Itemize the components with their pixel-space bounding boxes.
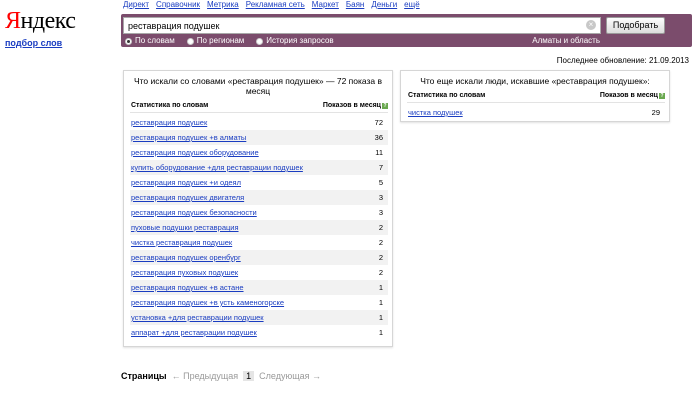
- radio-icon: [256, 37, 264, 45]
- keyword-link[interactable]: установка +для реставрации подушек: [131, 310, 264, 325]
- table-row: реставрация подушек 72: [130, 115, 388, 130]
- impressions-count: 2: [378, 253, 383, 262]
- radio-icon: [186, 37, 194, 45]
- nav-link-money[interactable]: Деньги: [371, 0, 397, 10]
- related-queries-panel: Что еще искали люди, искавшие «реставрац…: [400, 70, 670, 122]
- table-row: реставрация подушек оборудование 11: [130, 145, 388, 160]
- search-query-text: реставрация подушек: [128, 21, 220, 31]
- impressions-count: 1: [378, 283, 383, 292]
- keyword-link[interactable]: реставрация подушек безопасности: [131, 205, 257, 220]
- nav-link-more[interactable]: ещё: [404, 0, 419, 10]
- radio-icon: [125, 37, 132, 45]
- nav-link-bayan[interactable]: Баян: [346, 0, 364, 10]
- current-page: 1: [243, 371, 255, 381]
- mode-by-regions[interactable]: По регионам: [186, 36, 245, 46]
- column-header-query: Статистика по словам: [131, 102, 209, 109]
- mode-label: По регионам: [196, 36, 245, 45]
- keyword-link[interactable]: реставрация подушек +и одеял: [131, 175, 241, 190]
- impressions-count: 2: [378, 268, 383, 277]
- keyword-link[interactable]: реставрация подушек оренбург: [131, 250, 241, 265]
- table-row: пуховые подушки реставрация 2: [130, 220, 388, 235]
- next-page-link[interactable]: Следующая →: [259, 371, 321, 381]
- mode-history[interactable]: История запросов: [256, 36, 334, 46]
- mode-label: По словам: [135, 36, 175, 45]
- pagination: Страницы ← Предыдущая 1 Следующая →: [121, 371, 321, 381]
- keyword-link[interactable]: реставрация подушек оборудование: [131, 145, 259, 160]
- logo-text: ндекс: [20, 8, 76, 34]
- impressions-count: 3: [378, 208, 383, 217]
- table-row: аппарат +для реставрации подушек 1: [130, 325, 388, 340]
- search-mode-group: По словам По регионам История запросов: [125, 36, 334, 46]
- region-link[interactable]: Алматы и область: [532, 36, 600, 46]
- impressions-count: 72: [374, 118, 383, 127]
- mode-label: История запросов: [266, 36, 334, 45]
- nav-link-direct[interactable]: Директ: [123, 0, 149, 10]
- prev-page-link[interactable]: ← Предыдущая: [172, 371, 239, 381]
- keyword-stats-panel: Что искали со словами «реставрация подуш…: [123, 70, 393, 347]
- impressions-count: 2: [378, 238, 383, 247]
- nav-link-reference[interactable]: Справочник: [156, 0, 200, 10]
- service-link[interactable]: подбор слов: [5, 38, 62, 48]
- nav-link-ad-network[interactable]: Рекламная сеть: [246, 0, 305, 10]
- impressions-count: 3: [378, 193, 383, 202]
- panel-title: Что еще искали люди, искавшие «реставрац…: [420, 76, 650, 86]
- column-header-count-label: Показов в месяц: [599, 92, 658, 99]
- table-row: чистка реставрация подушек 2: [130, 235, 388, 250]
- table-row: реставрация подушек безопасности 3: [130, 205, 388, 220]
- column-header-count: Показов в месяц?: [323, 102, 388, 109]
- keyword-link[interactable]: аппарат +для реставрации подушек: [131, 325, 257, 340]
- impressions-count: 5: [378, 178, 383, 187]
- impressions-count: 36: [374, 133, 383, 142]
- keyword-link[interactable]: купить оборудование +для реставрации под…: [131, 160, 303, 175]
- keyword-link[interactable]: реставрация подушек +в астане: [131, 280, 244, 295]
- related-table: чистка подушек 29: [407, 105, 665, 120]
- submit-button[interactable]: Подобрать: [606, 17, 665, 34]
- table-row: реставрация подушек двигателя 3: [130, 190, 388, 205]
- keyword-link[interactable]: пуховые подушки реставрация: [131, 220, 239, 235]
- keyword-link[interactable]: чистка реставрация подушек: [131, 235, 232, 250]
- yandex-logo[interactable]: Яндекс: [5, 8, 76, 34]
- impressions-count: 29: [651, 108, 660, 117]
- table-row: реставрация подушек оренбург 2: [130, 250, 388, 265]
- panel-title: Что искали со словами «реставрация подуш…: [133, 76, 383, 96]
- table-row: реставрация подушек +в алматы 36: [130, 130, 388, 145]
- clear-icon[interactable]: ×: [586, 20, 596, 30]
- keyword-link[interactable]: реставрация подушек: [131, 115, 207, 130]
- pagination-label: Страницы: [121, 371, 167, 381]
- help-icon[interactable]: ?: [659, 93, 665, 99]
- help-icon[interactable]: ?: [382, 103, 388, 109]
- keyword-link[interactable]: реставрация подушек двигателя: [131, 190, 244, 205]
- last-updated: Последнее обновление: 21.09.2013: [556, 56, 689, 65]
- logo-letter: Я: [5, 8, 21, 34]
- table-row: реставрация подушек +в астане 1: [130, 280, 388, 295]
- impressions-count: 1: [378, 328, 383, 337]
- search-input[interactable]: реставрация подушек ×: [123, 17, 601, 34]
- table-row: купить оборудование +для реставрации под…: [130, 160, 388, 175]
- keyword-link[interactable]: чистка подушек: [408, 105, 463, 120]
- table-row: реставрация подушек +в усть каменогорске…: [130, 295, 388, 310]
- keyword-table: реставрация подушек 72 реставрация подушек…: [130, 115, 388, 340]
- nav-link-metrica[interactable]: Метрика: [207, 0, 239, 10]
- table-row: реставрация пуховых подушек 2: [130, 265, 388, 280]
- mode-by-words[interactable]: По словам: [125, 36, 175, 46]
- top-navigation: Директ Справочник Метрика Рекламная сеть…: [123, 0, 420, 10]
- impressions-count: 1: [378, 298, 383, 307]
- impressions-count: 2: [378, 223, 383, 232]
- impressions-count: 1: [378, 313, 383, 322]
- impressions-count: 11: [375, 148, 383, 157]
- table-header: Статистика по словам Показов в месяц?: [130, 102, 388, 113]
- column-header-query: Статистика по словам: [408, 92, 486, 99]
- column-header-count: Показов в месяц?: [600, 92, 665, 99]
- keyword-link[interactable]: реставрация подушек +в алматы: [131, 130, 246, 145]
- table-row: чистка подушек 29: [407, 105, 665, 120]
- nav-link-market[interactable]: Маркет: [312, 0, 339, 10]
- column-header-count-label: Показов в месяц: [322, 102, 381, 109]
- table-row: установка +для реставрации подушек 1: [130, 310, 388, 325]
- table-row: реставрация подушек +и одеял 5: [130, 175, 388, 190]
- keyword-link[interactable]: реставрация подушек +в усть каменогорске: [131, 295, 284, 310]
- keyword-link[interactable]: реставрация пуховых подушек: [131, 265, 238, 280]
- impressions-count: 7: [378, 163, 383, 172]
- search-bar: реставрация подушек × Подобрать По слова…: [121, 14, 692, 47]
- table-header: Статистика по словам Показов в месяц?: [407, 92, 665, 103]
